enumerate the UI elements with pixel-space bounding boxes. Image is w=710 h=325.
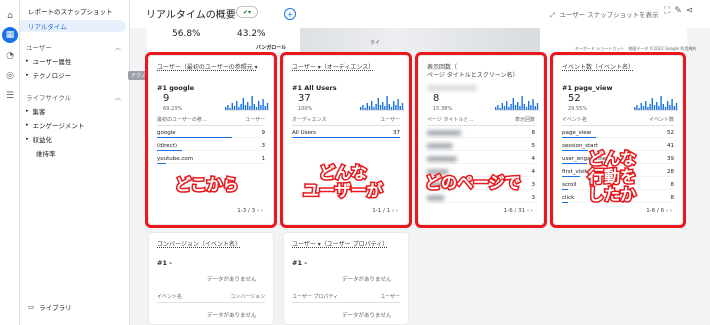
highlight-box xyxy=(415,52,547,228)
sidebar-item-monetization[interactable]: ▸ 収益化 xyxy=(26,134,136,144)
card-user-property: ユーザー ▾（ユーザー プロパティ） #1 - データがありません ユーザー プ… xyxy=(283,232,409,325)
header: リアルタイムの概要 ✔▾ + ⤢ ユーザー スナップショットを表示 ⛶✎⋖ xyxy=(130,0,710,28)
table-header: イベント名 コンバージョン xyxy=(157,293,265,303)
check-circle-icon: ✔▾ xyxy=(242,8,252,16)
chevron-right-icon: ▸ xyxy=(26,136,29,142)
sidebar-item-retention[interactable]: 維持率 xyxy=(36,148,146,158)
annotation-which-page: どのページで xyxy=(424,172,523,193)
nav-rail: ⌂ ▦ ◔ ◎ ☰ xyxy=(0,0,20,325)
map-label: タイ xyxy=(370,40,381,46)
table-header: ユーザー プロパティ ユーザー xyxy=(292,293,400,303)
user-snapshot-button[interactable]: ⤢ ユーザー スナップショットを表示 xyxy=(550,9,659,20)
card-title[interactable]: コンバージョン（イベント名） xyxy=(157,241,241,249)
top-item-name: #1 - xyxy=(157,259,172,267)
highlight-box xyxy=(280,52,412,228)
folder-icon: ▭ xyxy=(28,303,35,311)
share-icon[interactable]: ⋖ xyxy=(686,6,698,16)
map-percent-left: 56.8% xyxy=(172,29,201,39)
sidebar-item-library[interactable]: ▭ ライブラリ xyxy=(28,302,138,312)
sidebar-item-engagement[interactable]: ▸ エンゲージメント xyxy=(26,120,136,130)
annotation-where: どこから xyxy=(174,174,241,195)
chevron-right-icon: ▸ xyxy=(26,58,29,64)
annotation-what-action: どんな 行動を したか xyxy=(586,148,637,205)
map-percent-right: 43.2% xyxy=(237,29,266,39)
empty-state: データがありません xyxy=(207,277,257,283)
sidebar: レポートのスナップショット リアルタイム ユーザー ︿ ▸ ユーザー属性 ▸ テクノ… xyxy=(20,0,130,325)
page-title: リアルタイムの概要 xyxy=(146,10,236,21)
sidebar-item-technology[interactable]: ▸ テクノロジー xyxy=(26,70,136,80)
sidebar-item-user-attr[interactable]: ▸ ユーザー属性 xyxy=(26,56,136,66)
status-dropdown[interactable]: ✔▾ xyxy=(236,6,258,18)
configure-icon[interactable]: ☰ xyxy=(4,90,16,102)
fullscreen-icon[interactable]: ⛶ xyxy=(664,6,674,16)
highlight-box xyxy=(145,52,277,228)
map-image[interactable] xyxy=(300,28,540,52)
sidebar-item-realtime[interactable]: リアルタイム xyxy=(20,20,126,32)
sidebar-item-snapshot[interactable]: レポートのスナップショット xyxy=(28,6,138,16)
chevron-up-icon[interactable]: ︿ xyxy=(115,93,121,102)
chevron-right-icon: ▸ xyxy=(26,108,29,114)
top-item-name: #1 - xyxy=(292,259,307,267)
empty-state: データがありません xyxy=(207,313,257,319)
explore-icon[interactable]: ◔ xyxy=(4,50,16,62)
chevron-up-icon[interactable]: ︿ xyxy=(115,43,121,52)
empty-state: データがありません xyxy=(342,313,392,319)
chevron-right-icon: ▸ xyxy=(26,122,29,128)
map-label: バンガロール xyxy=(256,45,287,51)
card-title[interactable]: ユーザー ▾（ユーザー プロパティ） xyxy=(292,241,388,249)
toolbar-icons: ⛶✎⋖ xyxy=(664,6,697,16)
snapshot-icon: ⤢ xyxy=(550,11,556,19)
home-icon[interactable]: ⌂ xyxy=(4,10,16,22)
sidebar-item-acquisition[interactable]: ▸ 集客 xyxy=(26,106,136,116)
edit-icon[interactable]: ✎ xyxy=(674,6,686,16)
annotation-who: どんな ユーザーが xyxy=(302,162,385,201)
empty-state: データがありません xyxy=(342,277,392,283)
card-conversions: コンバージョン（イベント名） #1 - データがありません イベント名 コンバージ… xyxy=(148,232,274,325)
chevron-right-icon: ▸ xyxy=(26,72,29,78)
add-comparison-button[interactable]: + xyxy=(284,8,296,20)
advertising-icon[interactable]: ◎ xyxy=(4,70,16,82)
reports-icon[interactable]: ▦ xyxy=(2,27,18,43)
